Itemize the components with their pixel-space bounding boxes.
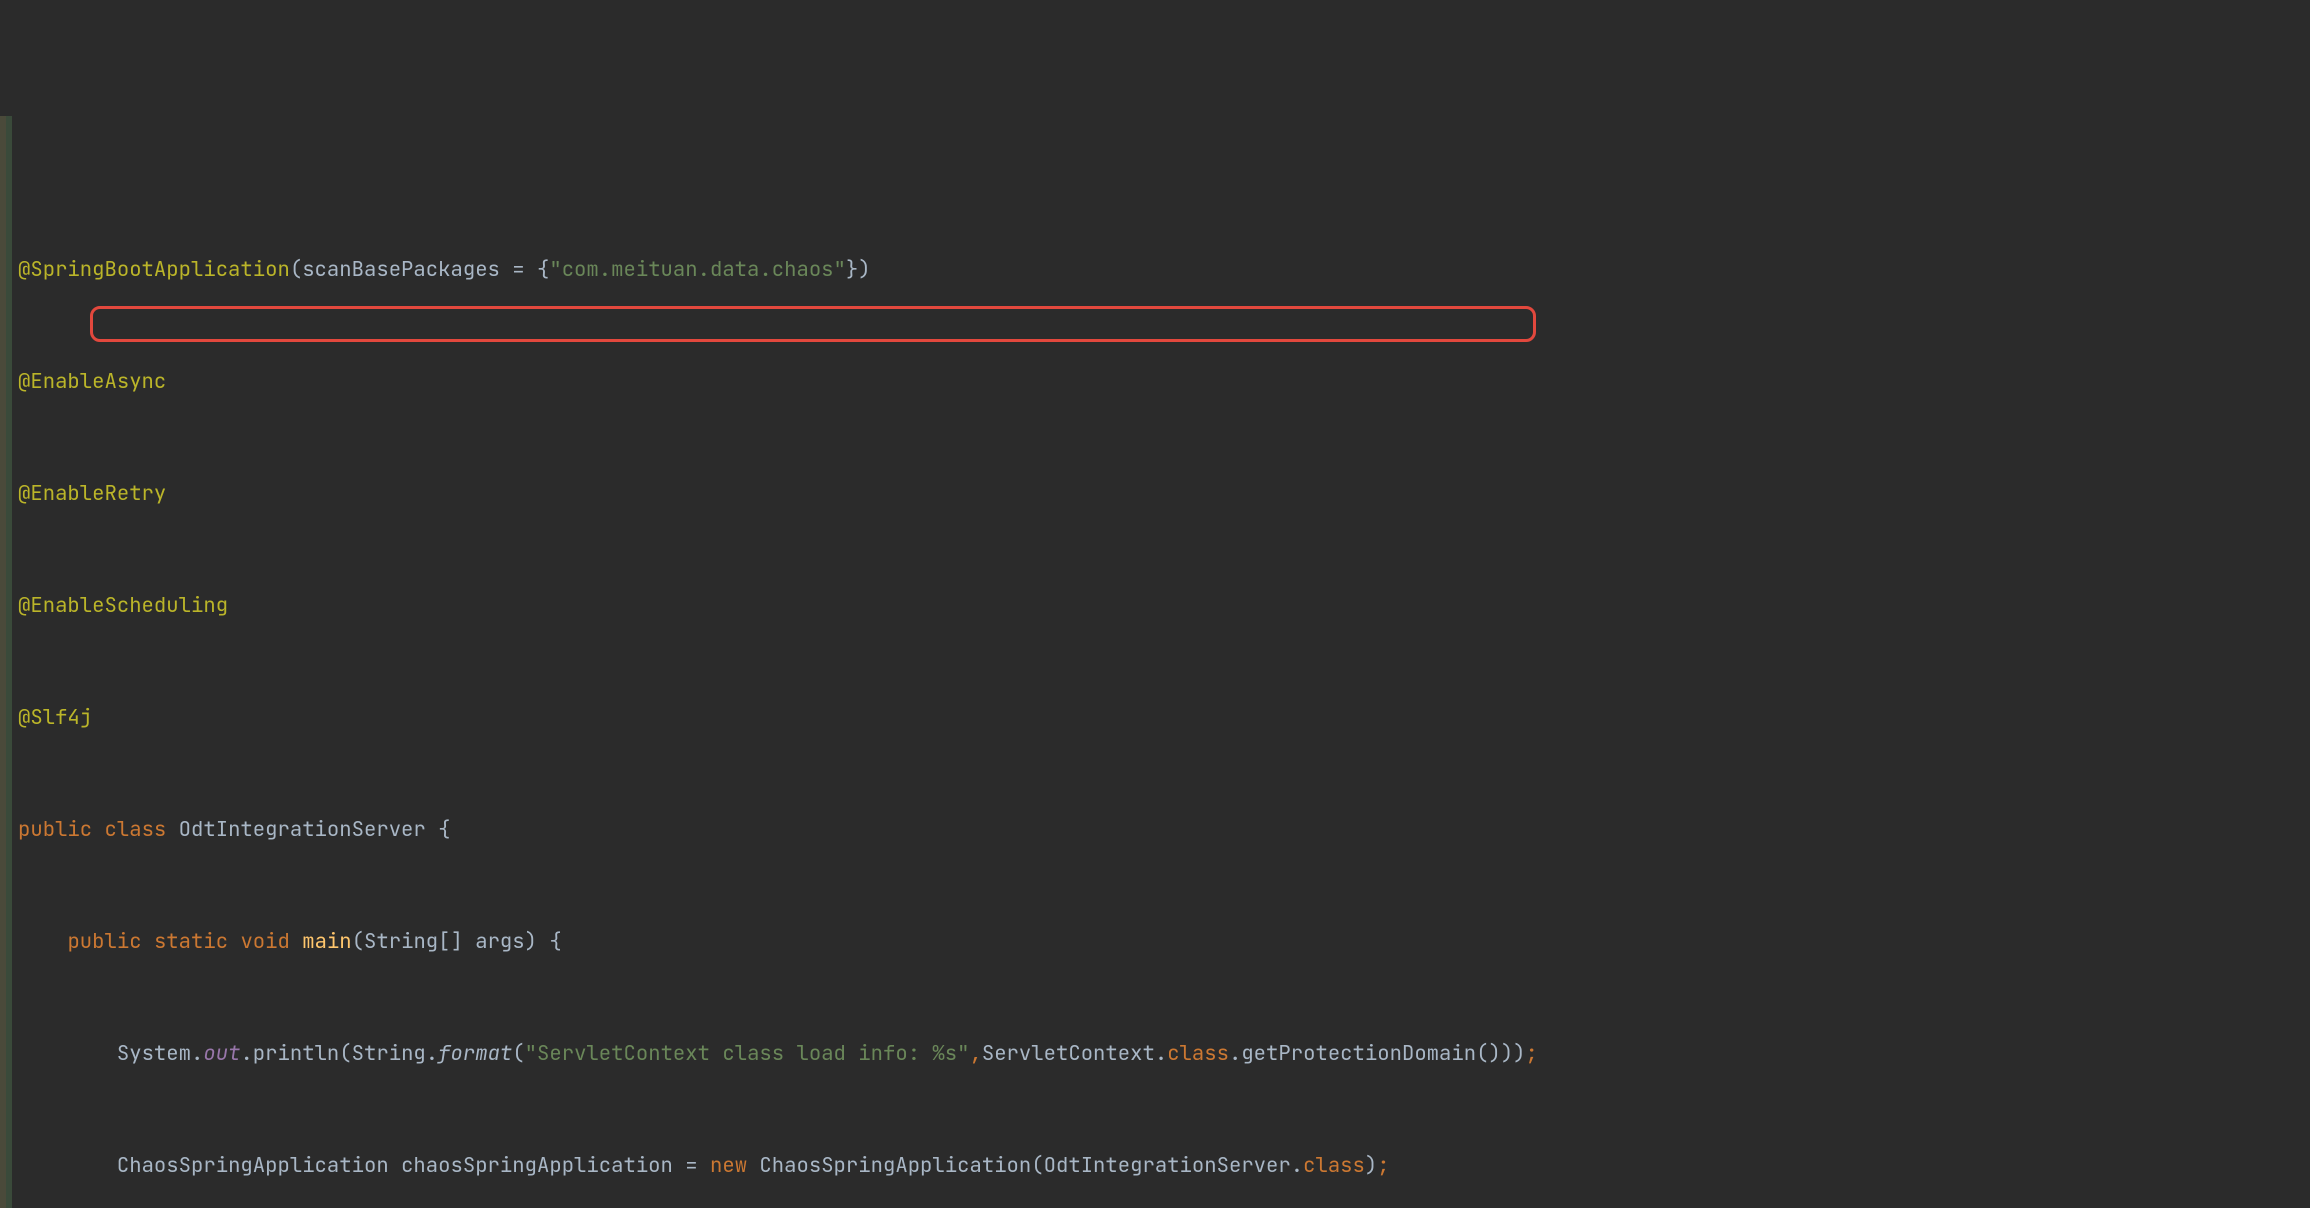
comma: , [969, 1040, 981, 1067]
method-name: main [302, 928, 351, 955]
keyword: class [1303, 1152, 1365, 1179]
attr-name: scanBasePackages [302, 256, 512, 283]
code-line[interactable]: @Slf4j [0, 704, 2310, 732]
annotation: @EnableRetry [18, 480, 166, 507]
keyword: public [67, 928, 154, 955]
code-line[interactable]: public static void main(String[] args) { [0, 928, 2310, 956]
code-line[interactable]: public class OdtIntegrationServer { [0, 816, 2310, 844]
semicolon: ; [1377, 1152, 1389, 1179]
keyword: static [154, 928, 241, 955]
code-line[interactable]: ChaosSpringApplication chaosSpringApplic… [0, 1152, 2310, 1180]
punct: ) [1365, 1152, 1377, 1179]
punct: ) [858, 256, 870, 283]
string-literal: "com.meituan.data.chaos" [549, 256, 846, 283]
brace: } [846, 256, 858, 283]
annotation: @EnableAsync [18, 368, 166, 395]
method-call: println [253, 1040, 340, 1067]
punct: ( [1031, 1152, 1043, 1179]
code-editor[interactable]: @SpringBootApplication(scanBasePackages … [0, 112, 2310, 1208]
keyword: void [240, 928, 302, 955]
static-field: out [203, 1040, 240, 1067]
constructor: ChaosSpringApplication [759, 1152, 1031, 1179]
punct: ( [290, 256, 302, 283]
static-method: format [438, 1040, 512, 1067]
code-line[interactable]: @SpringBootApplication(scanBasePackages … [0, 256, 2310, 284]
keyword: class [1167, 1040, 1229, 1067]
type: String [364, 928, 438, 955]
op: = [685, 1152, 710, 1179]
param: [] args [438, 928, 525, 955]
code-line[interactable]: @EnableRetry [0, 480, 2310, 508]
type: OdtIntegrationServer. [1044, 1152, 1303, 1179]
string-literal: "ServletContext class load info: %s" [525, 1040, 970, 1067]
type: ServletContext. [982, 1040, 1167, 1067]
keyword: class [105, 816, 179, 843]
variable: chaosSpringApplication [401, 1152, 685, 1179]
indent [18, 928, 67, 955]
method-call: getProtectionDomain [1241, 1040, 1476, 1067]
semicolon: ; [1526, 1040, 1538, 1067]
highlight-annotation-box [90, 306, 1536, 342]
type: String. [352, 1040, 439, 1067]
indent [18, 1152, 117, 1179]
class-name: OdtIntegrationServer [179, 816, 438, 843]
brace: { [549, 928, 561, 955]
brace: { [537, 256, 549, 283]
indent [18, 1040, 117, 1067]
annotation: @Slf4j [18, 704, 92, 731]
brace: { [438, 816, 450, 843]
punct: ())) [1476, 1040, 1525, 1067]
code-line[interactable]: System.out.println(String.format("Servle… [0, 1040, 2310, 1068]
dot: . [1229, 1040, 1241, 1067]
punct: ( [339, 1040, 351, 1067]
punct: ( [352, 928, 364, 955]
annotation: @SpringBootApplication [18, 256, 290, 283]
keyword: public [18, 816, 105, 843]
dot: . [240, 1040, 252, 1067]
code-line[interactable]: @EnableAsync [0, 368, 2310, 396]
annotation: @EnableScheduling [18, 592, 228, 619]
identifier: System. [117, 1040, 204, 1067]
punct: ) [525, 928, 550, 955]
keyword: new [710, 1152, 759, 1179]
type: ChaosSpringApplication [117, 1152, 401, 1179]
op: = [512, 256, 537, 283]
punct: ( [512, 1040, 524, 1067]
code-line[interactable]: @EnableScheduling [0, 592, 2310, 620]
